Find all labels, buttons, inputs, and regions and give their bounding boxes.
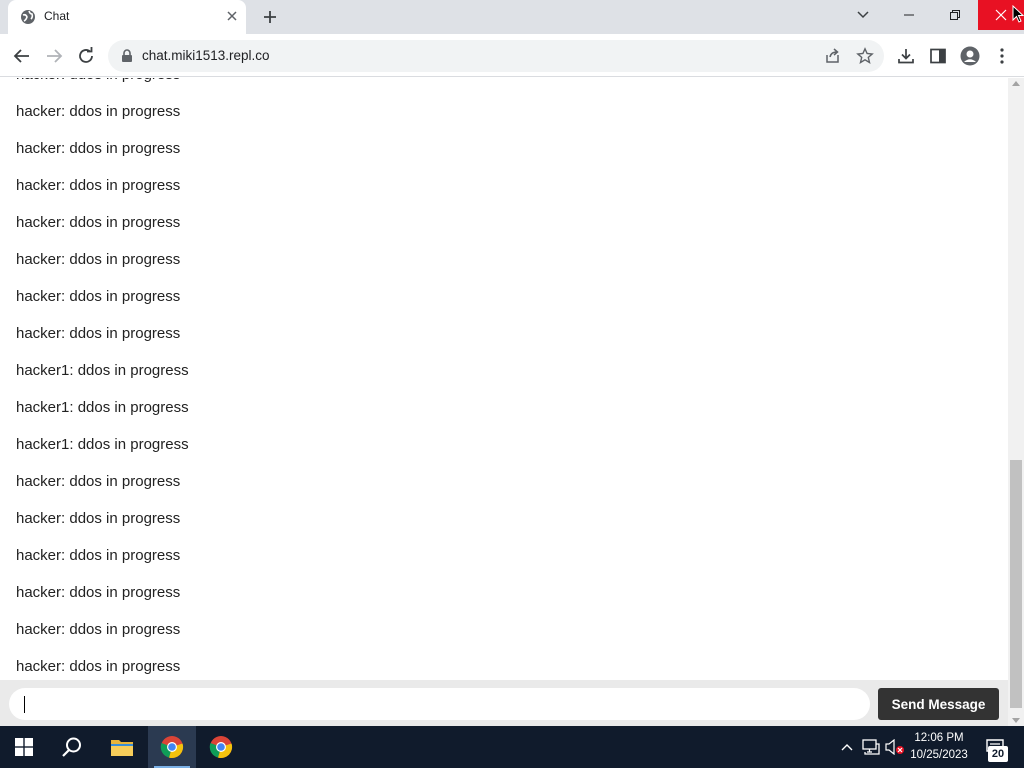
speaker-muted-icon [885,739,904,755]
scroll-up-arrow-icon[interactable] [1012,81,1020,86]
send-message-button[interactable]: Send Message [878,688,999,720]
chat-message: hacker: ddos in progress [16,473,181,490]
bookmark-star-icon[interactable] [856,47,874,65]
close-window-button[interactable] [978,0,1024,30]
chat-message: hacker: ddos in progress [16,325,181,342]
chrome-menu-button[interactable] [990,44,1014,68]
scroll-thumb[interactable] [1010,460,1022,708]
chat-message: hacker: ddos in progress [16,214,181,231]
download-icon [898,49,914,64]
restore-icon [950,10,960,20]
more-vertical-icon [1000,48,1004,64]
share-icon[interactable] [824,47,842,65]
tab-search-button[interactable] [850,0,876,30]
browser-toolbar: chat.miki1513.repl.co [0,34,1024,77]
profile-avatar-icon [960,46,980,66]
chat-message: hacker: ddos in progress [16,288,181,305]
chrome-logo-icon [209,736,233,759]
chat-message: hacker: ddos in progress [16,140,181,157]
chat-message: hacker: ddos in progress [16,251,181,268]
file-explorer-button[interactable] [98,726,146,768]
back-button[interactable] [10,44,34,68]
chat-message: hacker1: ddos in progress [16,399,189,416]
search-icon [62,737,81,757]
search-button[interactable] [48,726,96,768]
reload-button[interactable] [74,44,98,68]
chrome-taskbar-button[interactable] [197,726,245,768]
tab-strip: Chat [0,0,1024,34]
clock-time: 12:06 PM [914,732,964,744]
folder-icon [111,740,133,756]
notification-count-badge: 20 [988,746,1008,762]
globe-icon [21,10,35,24]
text-caret [24,696,25,713]
chat-message: hacker: ddos in progress [16,584,181,601]
clock-date: 10/25/2023 [910,749,968,761]
system-clock[interactable]: 12:06 PM 10/25/2023 [906,730,972,764]
address-bar[interactable]: chat.miki1513.repl.co [108,40,884,72]
restore-button[interactable] [932,0,978,30]
chat-message: hacker1: ddos in progress [16,362,189,379]
windows-taskbar: 12:06 PM 10/25/2023 20 [0,726,1024,768]
mouse-cursor-icon [1012,5,1024,23]
forward-arrow-icon [47,49,63,63]
chat-message: hacker: ddos in progress [16,78,189,99]
new-tab-icon[interactable] [260,7,280,27]
tab-title: Chat [44,9,70,23]
chevron-down-icon [857,11,869,19]
profile-button[interactable] [958,44,982,68]
chevron-up-icon [841,744,853,751]
chat-message: hacker: ddos in progress [16,103,181,120]
close-tab-icon[interactable] [224,8,240,24]
chat-message: hacker1: ddos in progress [16,436,189,453]
minimize-icon [904,14,914,16]
chat-message: hacker: ddos in progress [16,177,181,194]
page-scrollbar[interactable] [1008,78,1024,726]
show-hidden-icons-button[interactable] [838,726,856,768]
chat-message: hacker: ddos in progress [16,547,181,564]
tab-chat[interactable]: Chat [8,0,246,34]
chrome-taskbar-button-active[interactable] [148,726,196,768]
back-arrow-icon [13,49,29,63]
side-panel-icon [930,48,946,64]
chat-page: hacker: ddos in progress hacker: ddos in … [0,78,1008,726]
close-icon [995,9,1007,21]
message-input[interactable] [9,688,870,720]
minimize-button[interactable] [886,0,932,30]
message-composer: Send Message [0,680,1008,726]
url-text[interactable]: chat.miki1513.repl.co [142,48,270,63]
chrome-logo-icon [160,736,184,759]
lock-icon[interactable] [120,49,134,63]
downloads-button[interactable] [894,44,918,68]
reload-icon [79,47,93,63]
start-button[interactable] [0,726,48,768]
windows-logo-icon [15,738,33,756]
scroll-down-arrow-icon[interactable] [1012,718,1020,723]
network-icon [862,739,880,755]
message-list: hacker: ddos in progress hacker: ddos in … [16,78,189,691]
volume-button[interactable] [884,726,906,768]
chat-message: hacker: ddos in progress [16,621,181,638]
forward-button[interactable] [42,44,66,68]
network-button[interactable] [860,726,882,768]
chat-message: hacker: ddos in progress [16,510,181,527]
side-panel-button[interactable] [926,44,950,68]
